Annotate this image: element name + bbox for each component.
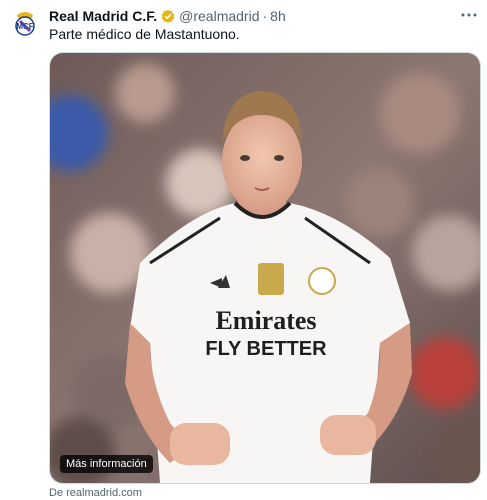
more-info-button[interactable]: Más información bbox=[60, 455, 153, 473]
verified-gold-icon bbox=[161, 9, 175, 23]
tweet-header: Real Madrid C.F. @realmadrid · 8h bbox=[49, 6, 477, 26]
shirt-sponsor-line2: FLY BETTER bbox=[205, 338, 327, 360]
timestamp[interactable]: 8h bbox=[270, 8, 286, 24]
source-link[interactable]: De realmadrid.com bbox=[49, 487, 142, 499]
separator: · bbox=[262, 8, 268, 24]
link-card[interactable]: Emirates FLY BETTER Más información bbox=[49, 52, 481, 484]
player-photo: Emirates FLY BETTER bbox=[50, 53, 480, 483]
tweet-text: Parte médico de Mastantuono. bbox=[49, 26, 240, 42]
svg-text:MCF: MCF bbox=[16, 22, 33, 31]
shirt-sponsor-line1: Emirates bbox=[215, 306, 316, 335]
more-options-icon[interactable] bbox=[459, 6, 479, 24]
avatar[interactable]: MCF bbox=[10, 8, 40, 38]
author-handle[interactable]: @realmadrid bbox=[179, 8, 259, 24]
author-name[interactable]: Real Madrid C.F. bbox=[49, 8, 157, 24]
real-madrid-crest-icon: MCF bbox=[15, 12, 35, 36]
